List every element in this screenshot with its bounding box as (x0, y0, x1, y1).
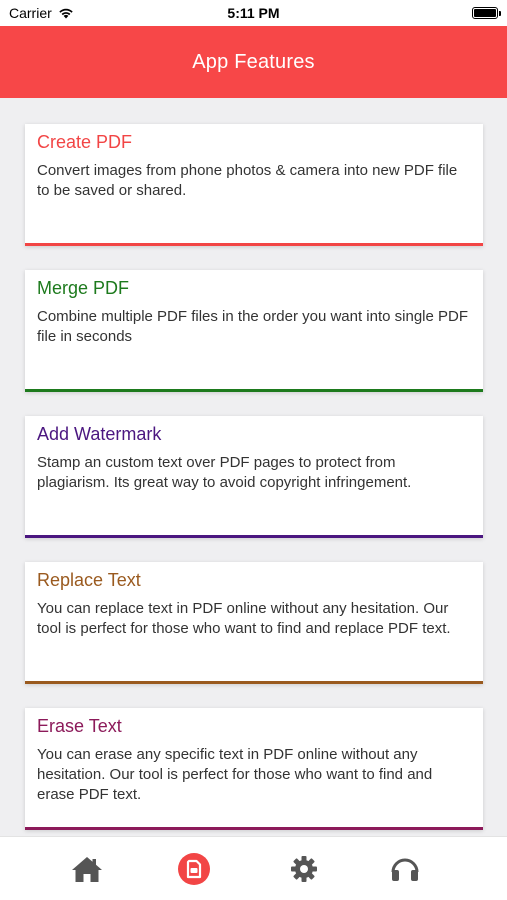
card-accent-line (25, 827, 483, 830)
feature-card-merge-pdf[interactable]: Merge PDF Combine multiple PDF files in … (25, 270, 483, 392)
card-accent-line (25, 243, 483, 246)
feature-title: Merge PDF (37, 278, 130, 298)
feature-card-create-pdf[interactable]: Create PDF Convert images from phone pho… (25, 124, 483, 246)
status-bar: Carrier 5:11 PM (0, 0, 507, 26)
feature-title: Replace Text (37, 570, 141, 590)
feature-title: Create PDF (37, 132, 133, 152)
feature-description: Stamp an custom text over PDF pages to p… (37, 454, 412, 491)
headphones-icon (391, 858, 419, 881)
feature-description: You can replace text in PDF online witho… (37, 600, 451, 637)
battery-icon (472, 7, 501, 19)
feature-description: Combine multiple PDF files in the order … (37, 308, 469, 345)
feature-list[interactable]: Create PDF Convert images from phone pho… (0, 98, 507, 836)
tab-bar (0, 836, 507, 900)
tab-support[interactable] (387, 851, 423, 887)
status-time: 5:11 PM (227, 5, 280, 21)
home-icon (72, 857, 102, 882)
gear-icon (291, 856, 317, 882)
navigation-header: App Features (0, 26, 507, 98)
feature-description: Convert images from phone photos & camer… (37, 162, 458, 199)
tab-home[interactable] (69, 851, 105, 887)
wifi-icon (59, 8, 73, 19)
feature-card-add-watermark[interactable]: Add Watermark Stamp an custom text over … (25, 416, 483, 538)
feature-title: Add Watermark (37, 424, 162, 444)
card-accent-line (25, 535, 483, 538)
feature-title: Erase Text (37, 716, 122, 736)
tab-pdf-tools[interactable] (176, 851, 212, 887)
tab-settings[interactable] (286, 851, 322, 887)
card-accent-line (25, 681, 483, 684)
card-accent-line (25, 389, 483, 392)
feature-card-replace-text[interactable]: Replace Text You can replace text in PDF… (25, 562, 483, 684)
feature-card-erase-text[interactable]: Erase Text You can erase any specific te… (25, 708, 483, 830)
status-left: Carrier (9, 5, 74, 21)
page-title: App Features (192, 50, 315, 73)
pdf-app-icon (178, 853, 210, 885)
feature-description: You can erase any specific text in PDF o… (37, 746, 433, 803)
carrier-label: Carrier (9, 5, 52, 21)
